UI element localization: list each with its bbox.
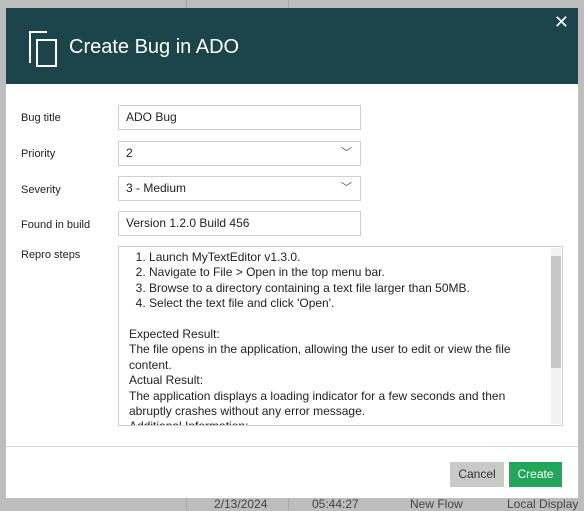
repro-steps-textarea[interactable]: 1. Launch MyTextEditor v1.3.0. 2. Naviga…: [118, 246, 563, 426]
repro-steps-text: 1. Launch MyTextEditor v1.3.0. 2. Naviga…: [129, 250, 511, 425]
bug-title-input[interactable]: ADO Bug: [118, 105, 361, 130]
bug-title-label: Bug title: [21, 112, 61, 124]
repro-steps-label: Repro steps: [21, 249, 81, 261]
scrollbar[interactable]: [551, 248, 561, 424]
bg-cell: 05:44:27: [312, 497, 359, 511]
severity-select[interactable]: 3 - Medium ﹀: [118, 176, 361, 201]
dialog-title: Create Bug in ADO: [69, 36, 240, 58]
found-in-build-input[interactable]: Version 1.2.0 Build 456: [118, 211, 361, 236]
close-icon[interactable]: ✕: [554, 12, 569, 33]
bg-cell: 2/13/2024: [214, 497, 268, 511]
priority-label: Priority: [21, 148, 56, 160]
footer-divider: [6, 446, 578, 447]
copy-icon: [29, 31, 57, 67]
cancel-button[interactable]: Cancel: [450, 462, 504, 487]
chevron-down-icon: ﹀: [341, 182, 352, 194]
found-in-build-label: Found in build: [21, 219, 91, 231]
bg-cell: New Flow: [410, 497, 463, 511]
create-button[interactable]: Create: [509, 462, 562, 487]
create-bug-dialog: Create Bug in ADO ✕ Bug title ADO Bug Pr…: [6, 8, 578, 498]
severity-label: Severity: [21, 184, 61, 196]
bg-cell: Local Display: [507, 497, 579, 511]
severity-value: 3 - Medium: [126, 181, 187, 195]
dialog-header: Create Bug in ADO ✕: [6, 8, 578, 84]
priority-value: 2: [126, 146, 133, 160]
scrollbar-thumb[interactable]: [551, 256, 561, 368]
priority-select[interactable]: 2 ﹀: [118, 141, 361, 166]
chevron-down-icon: ﹀: [341, 147, 352, 159]
